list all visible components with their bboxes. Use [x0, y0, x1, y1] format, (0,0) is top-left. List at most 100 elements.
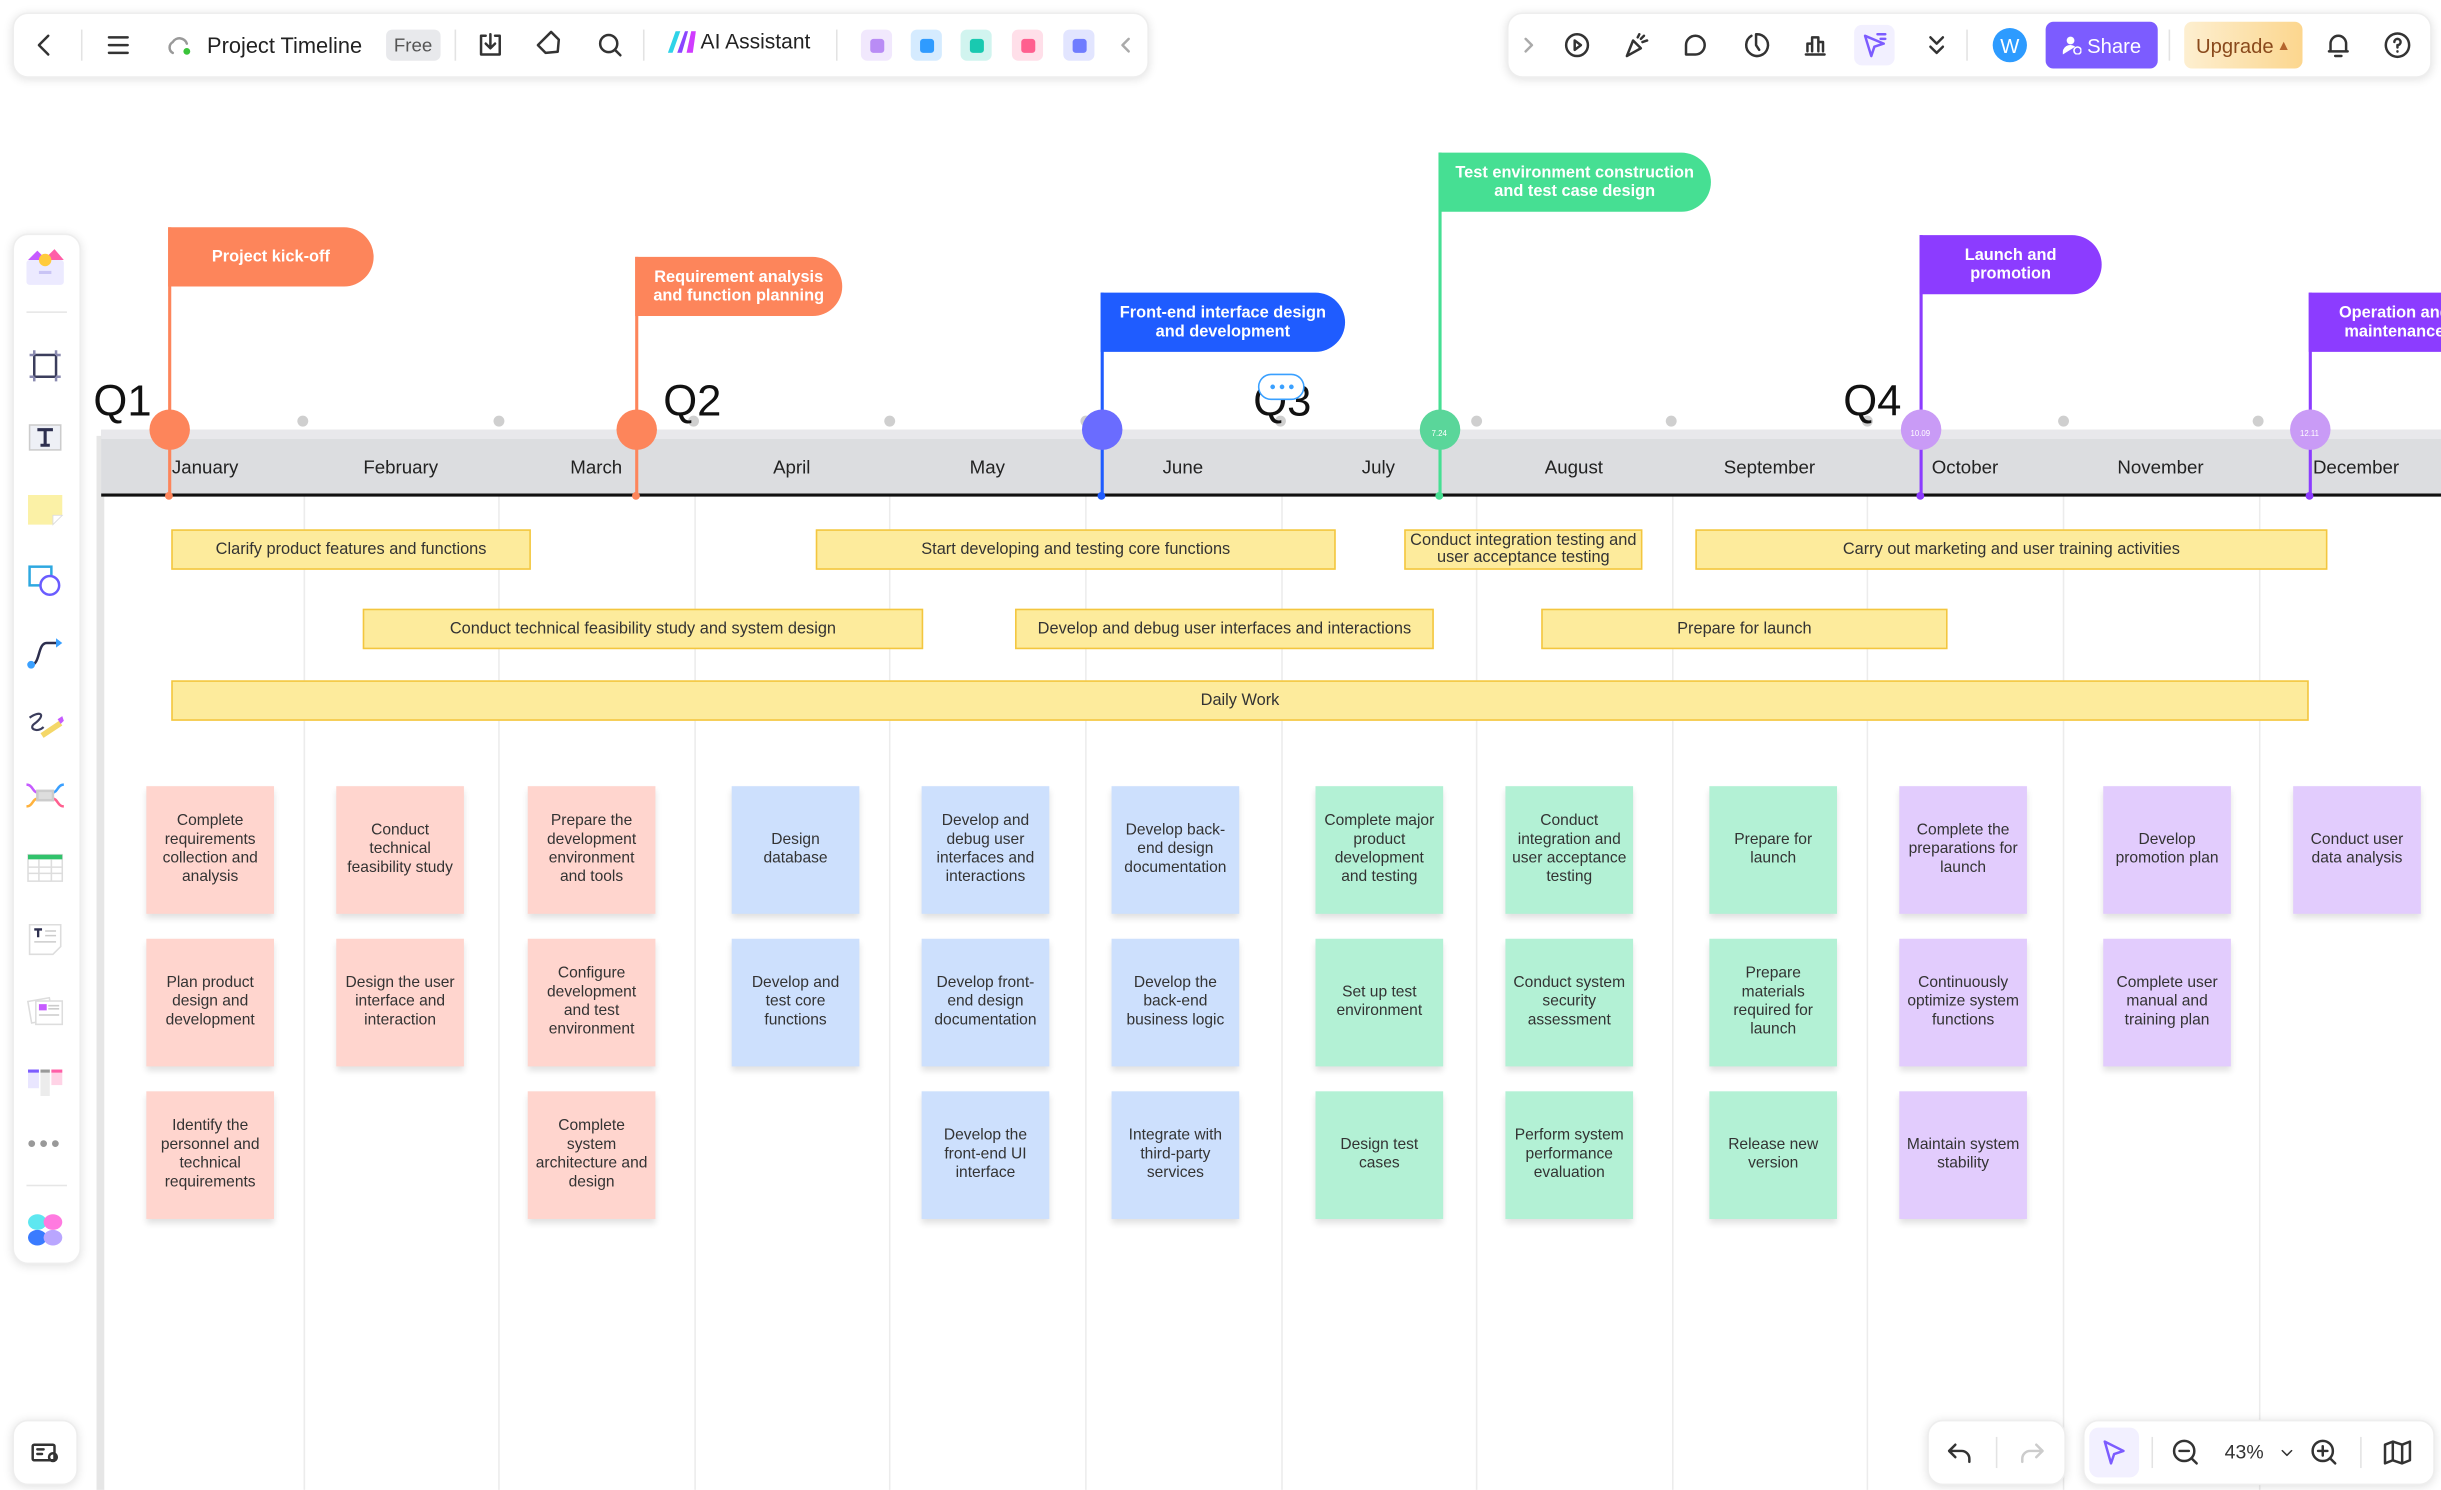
sticky-note[interactable]: Configure development and test environme… [527, 938, 656, 1067]
zoom-out-icon[interactable] [2167, 1434, 2204, 1471]
task-bar[interactable]: Daily Work [171, 680, 2309, 721]
sticky-note[interactable]: Maintain system stability [1899, 1091, 2027, 1219]
zoom-dropdown-chevron-icon[interactable] [2268, 1434, 2305, 1471]
tag-icon[interactable] [532, 26, 569, 63]
sticky-note[interactable]: Complete requirements collection and ana… [146, 786, 274, 914]
undo-icon[interactable] [1941, 1434, 1978, 1471]
mindmap-icon[interactable] [960, 29, 992, 61]
frame-tool-icon[interactable] [19, 339, 72, 392]
task-bar[interactable]: Develop and debug user interfaces and in… [1015, 608, 1434, 650]
menu-icon[interactable] [100, 26, 137, 63]
sticky-note[interactable]: Develop the front-end UI interface [921, 1091, 1050, 1219]
table-tool-icon[interactable] [19, 841, 72, 894]
ai-assistant-button[interactable]: AI Assistant [667, 30, 810, 53]
sticky-note[interactable]: Identify the personnel and technical req… [146, 1091, 274, 1219]
document-title[interactable]: Project Timeline [207, 33, 362, 58]
sticky-note[interactable]: Integrate with third-party services [1111, 1091, 1240, 1219]
zoom-level[interactable]: 43% [2225, 1442, 2264, 1464]
comment-bubble[interactable] [1257, 373, 1305, 401]
sticky-note[interactable]: Design the user interface and interactio… [336, 938, 464, 1067]
vote-chart-icon[interactable] [1797, 26, 1834, 63]
user-avatar[interactable]: W [1992, 28, 2027, 63]
milestone-marker[interactable]: 10.09 [1900, 409, 1941, 450]
sticky-note[interactable]: Conduct user data analysis [2293, 786, 2421, 914]
kanban-tool-icon[interactable] [19, 1056, 72, 1109]
sticky-note[interactable]: Complete the preparations for launch [1899, 786, 2027, 914]
cards-tool-icon[interactable] [19, 984, 72, 1037]
flowchart-icon[interactable] [1011, 29, 1044, 61]
sticky-note[interactable]: Perform system performance evaluation [1505, 1091, 1634, 1219]
apps-icon[interactable] [19, 1203, 72, 1256]
sticky-note[interactable]: Complete user manual and training plan [2103, 938, 2231, 1067]
task-bar[interactable]: Conduct integration testing and user acc… [1404, 529, 1643, 570]
redo-icon[interactable] [2013, 1434, 2050, 1471]
help-icon[interactable] [2379, 26, 2416, 63]
more-tools-icon[interactable]: ••• [19, 1119, 72, 1172]
task-bar[interactable]: Conduct technical feasibility study and … [362, 608, 924, 650]
milestone-marker[interactable] [1081, 409, 1122, 450]
milestone-marker[interactable]: 7.24 [1419, 409, 1460, 450]
download-icon[interactable] [472, 26, 509, 63]
outline-panel-button[interactable] [12, 1419, 78, 1486]
share-button[interactable]: Share [2045, 21, 2158, 69]
sticky-note[interactable]: Design test cases [1315, 1091, 1444, 1219]
collapse-toolbar-icon[interactable] [1107, 26, 1144, 63]
document-tool-icon[interactable] [19, 912, 72, 965]
sticky-note-tool-icon[interactable] [19, 483, 72, 536]
sticky-note[interactable]: Develop promotion plan [2103, 786, 2231, 914]
back-chevron-icon[interactable] [25, 26, 62, 63]
celebrate-icon[interactable] [1618, 26, 1655, 63]
sticky-note[interactable]: Continuously optimize system functions [1899, 938, 2027, 1067]
presentation-icon[interactable] [910, 29, 942, 61]
sticky-note[interactable]: Develop and debug user interfaces and in… [921, 786, 1050, 914]
chat-icon[interactable] [1063, 29, 1095, 61]
task-bar[interactable]: Clarify product features and functions [171, 529, 531, 570]
pen-tool-icon[interactable] [19, 697, 72, 750]
image-generator-icon[interactable] [860, 29, 893, 61]
milestone-flag[interactable]: Test environment construction and test c… [1438, 152, 1711, 212]
laser-pointer-icon[interactable] [1854, 24, 1895, 66]
minimap-icon[interactable] [2379, 1434, 2416, 1471]
templates-icon[interactable] [19, 241, 72, 294]
search-icon[interactable] [592, 26, 629, 63]
sticky-note[interactable]: Complete system architecture and design [527, 1091, 656, 1219]
comment-icon[interactable] [1677, 26, 1714, 63]
task-bar[interactable]: Start developing and testing core functi… [815, 529, 1336, 570]
mindmap-tool-icon[interactable] [19, 769, 72, 822]
expand-toolbar-icon[interactable] [1510, 26, 1547, 63]
text-tool-icon[interactable] [19, 411, 72, 464]
task-bar[interactable]: Prepare for launch [1541, 608, 1948, 650]
present-play-icon[interactable] [1558, 26, 1595, 63]
sticky-note[interactable]: Complete major product development and t… [1315, 786, 1444, 914]
shape-tool-icon[interactable] [19, 554, 72, 607]
upgrade-button[interactable]: Upgrade ▲ [2184, 21, 2303, 69]
sticky-note[interactable]: Conduct technical feasibility study [336, 786, 464, 914]
zoom-in-icon[interactable] [2306, 1434, 2343, 1471]
sticky-note[interactable]: Develop front-end design documentation [921, 938, 1050, 1067]
milestone-flag[interactable]: Requirement analysis and function planni… [635, 256, 843, 317]
sticky-note[interactable]: Release new version [1709, 1091, 1838, 1219]
sticky-note[interactable]: Conduct system security assessment [1505, 938, 1634, 1067]
milestone-marker[interactable]: 12.11 [2289, 409, 2330, 450]
sticky-note[interactable]: Develop and test core functions [731, 938, 860, 1067]
sticky-note[interactable]: Plan product design and development [146, 938, 274, 1067]
milestone-flag[interactable]: Project kick-off [168, 227, 374, 287]
milestone-flag[interactable]: Launch and promotion [1919, 235, 2102, 295]
whiteboard-canvas[interactable]: January February March April May June July Augu… [0, 0, 2441, 1490]
sticky-note[interactable]: Prepare the development environment and … [527, 786, 656, 914]
sticky-note[interactable]: Develop the back-end business logic [1111, 938, 1240, 1067]
notification-bell-icon[interactable] [2320, 26, 2357, 63]
sticky-note[interactable]: Prepare materials required for launch [1709, 938, 1838, 1067]
sticky-note[interactable]: Conduct integration and user acceptance … [1505, 786, 1634, 914]
milestone-marker[interactable] [615, 409, 657, 450]
sticky-note[interactable]: Develop back-end design documentation [1111, 786, 1240, 914]
milestone-flag[interactable]: Operation and maintenance [2308, 292, 2441, 352]
task-bar[interactable]: Carry out marketing and user training ac… [1695, 529, 2328, 570]
milestone-marker[interactable] [148, 409, 190, 450]
sticky-note[interactable]: Design database [731, 786, 860, 914]
sticky-note[interactable]: Set up test environment [1315, 938, 1444, 1067]
timer-icon[interactable] [1737, 26, 1774, 63]
select-tool-icon[interactable] [2089, 1427, 2140, 1478]
connector-tool-icon[interactable] [19, 626, 72, 679]
sticky-note[interactable]: Prepare for launch [1709, 786, 1838, 914]
